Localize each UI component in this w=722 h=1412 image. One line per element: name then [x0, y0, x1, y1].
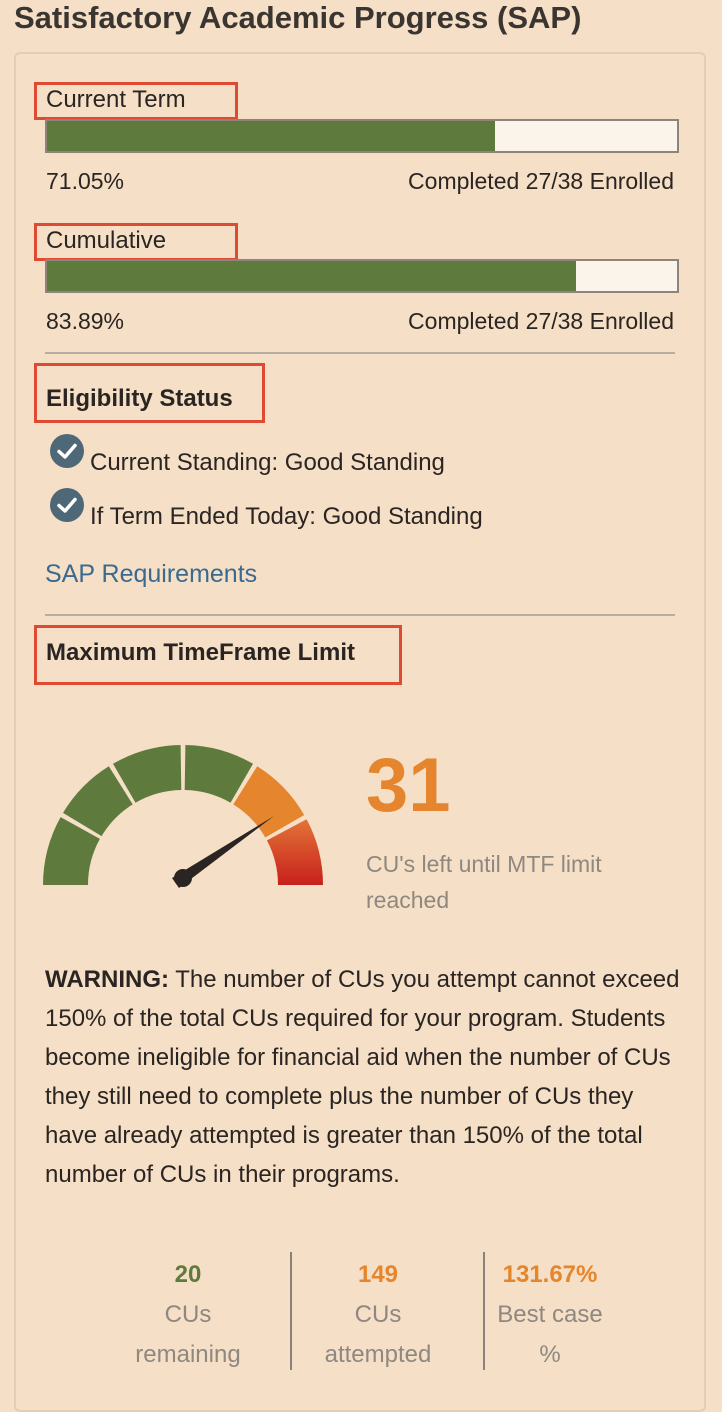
mtf-heading: Maximum TimeFrame Limit	[46, 639, 355, 666]
mtf-warning: WARNING: The number of CUs you attempt c…	[45, 960, 685, 1194]
cumulative-percent: 83.89%	[46, 308, 125, 334]
cumulative-completed: Completed 27/38 Enrolled	[408, 308, 674, 334]
mtf-caption: CU's left until MTF limit reached	[366, 851, 602, 913]
cumulative-progress-bar	[45, 259, 679, 293]
current-term-label: Current Term	[46, 86, 186, 113]
divider	[45, 614, 675, 616]
stats-divider	[290, 1252, 292, 1370]
stat-value: 149	[357, 1261, 399, 1288]
mtf-remaining-value: 31	[366, 743, 451, 828]
check-circle-icon	[50, 434, 84, 468]
current-standing-text: Current Standing: Good Standing	[90, 449, 445, 476]
stat-value: 131.67%	[502, 1261, 598, 1288]
mtf-gauge-icon	[43, 745, 323, 888]
stat-best-case: 131.67% Best case %	[470, 1255, 630, 1375]
term-ended-standing-text: If Term Ended Today: Good Standing	[90, 503, 483, 530]
stat-value: 20	[174, 1261, 202, 1288]
current-term-progress-fill	[47, 121, 495, 151]
divider	[45, 352, 675, 354]
warning-prefix: WARNING:	[45, 966, 169, 993]
current-term-progress-bar	[45, 119, 679, 153]
stat-label-line1: CUs	[164, 1301, 212, 1328]
cumulative-progress-fill	[47, 261, 576, 291]
stat-label-line2: remaining	[135, 1341, 241, 1368]
warning-body: The number of CUs you attempt cannot exc…	[45, 966, 680, 1188]
check-circle-icon	[50, 488, 84, 522]
stat-cus-attempted: 149 CUs attempted	[298, 1255, 458, 1375]
page-title: Satisfactory Academic Progress (SAP)	[14, 0, 582, 35]
cumulative-label: Cumulative	[46, 227, 167, 254]
current-term-completed: Completed 27/38 Enrolled	[408, 168, 674, 194]
stat-label-line2: attempted	[324, 1341, 432, 1368]
stat-cus-remaining: 20 CUs remaining	[108, 1255, 268, 1375]
stat-label-line1: Best case	[497, 1301, 603, 1328]
sap-requirements-link[interactable]: SAP Requirements	[45, 560, 257, 589]
stat-label-line1: CUs	[354, 1301, 402, 1328]
current-term-percent: 71.05%	[46, 168, 125, 194]
stat-label-line2: %	[539, 1341, 561, 1368]
eligibility-heading: Eligibility Status	[46, 385, 233, 412]
